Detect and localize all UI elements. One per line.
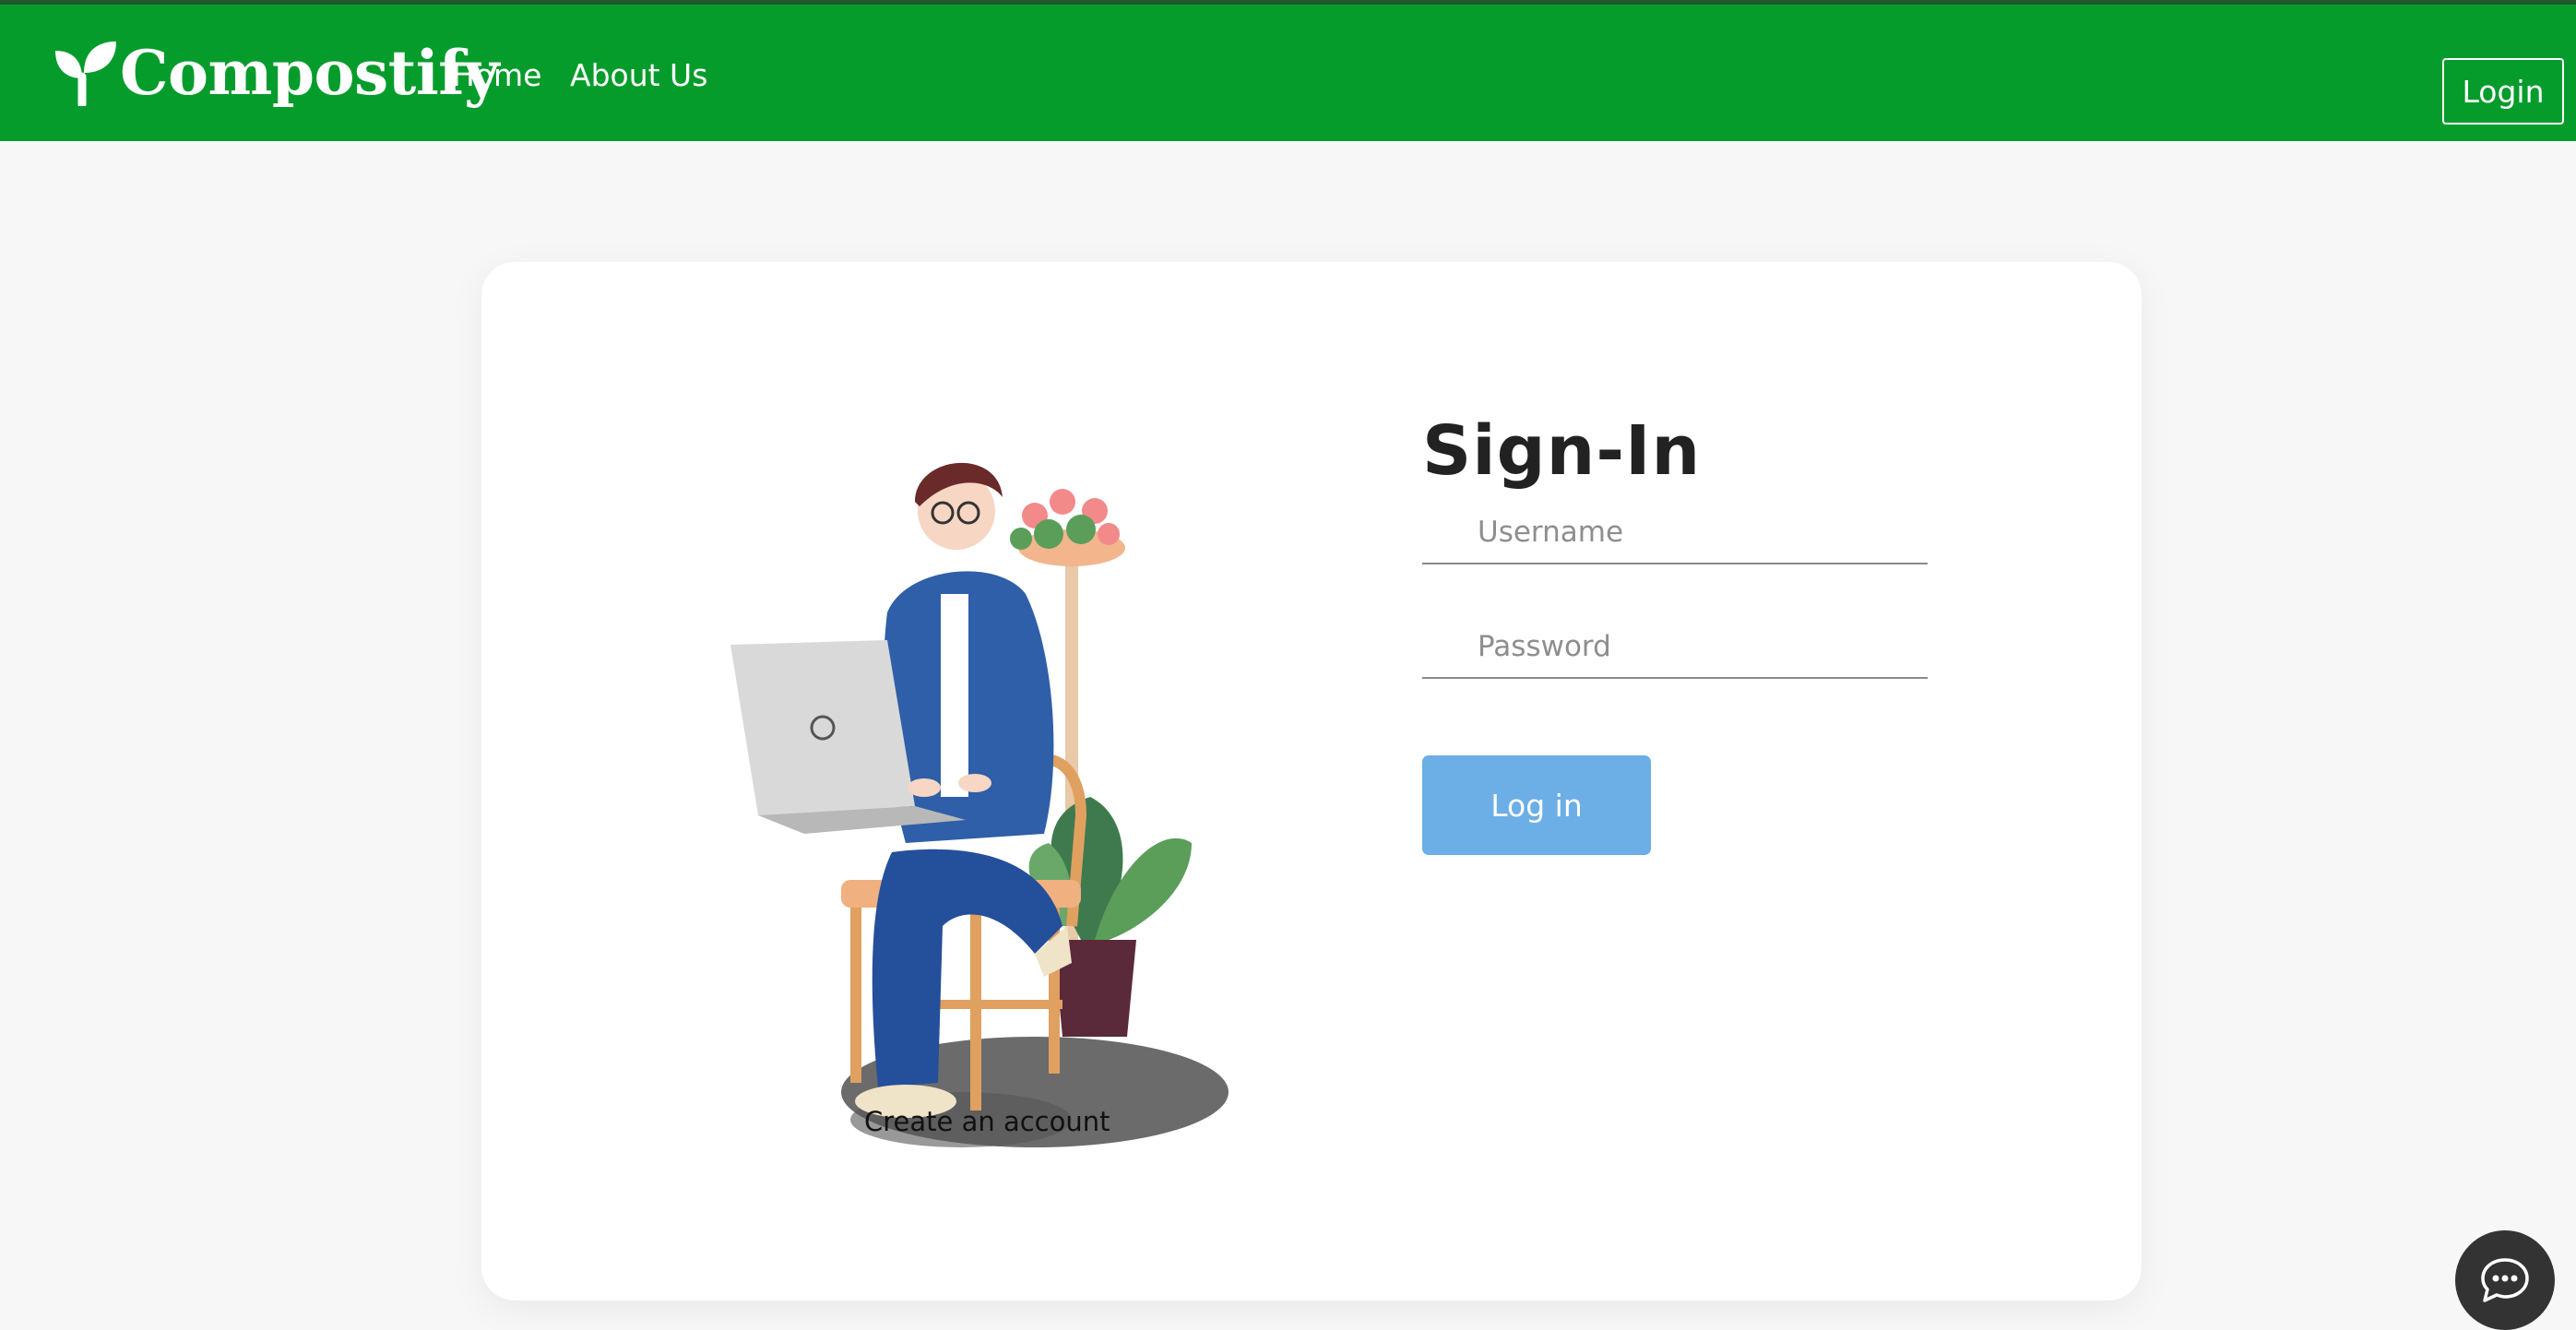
password-input[interactable] (1422, 616, 1928, 679)
signin-card: Create an account Sign-In Log in (481, 262, 2142, 1300)
brand-logo[interactable]: Compostify (53, 36, 500, 110)
header-login-button[interactable]: Login (2442, 58, 2564, 125)
nav-link-about-us[interactable]: About Us (570, 53, 707, 99)
create-account-link[interactable]: Create an account (864, 1098, 1270, 1145)
nav-link-home[interactable]: Home (452, 53, 541, 99)
signin-title: Sign-In (1422, 411, 1702, 491)
chat-button[interactable] (2455, 1230, 2555, 1330)
sprout-icon (55, 42, 116, 106)
brand-name: Compostify (120, 37, 500, 109)
navbar: Compostify Home About Us Login (0, 5, 2576, 141)
chat-bubble-icon (2481, 1258, 2529, 1302)
username-input[interactable] (1422, 502, 1928, 564)
login-submit-button[interactable]: Log in (1422, 755, 1651, 855)
